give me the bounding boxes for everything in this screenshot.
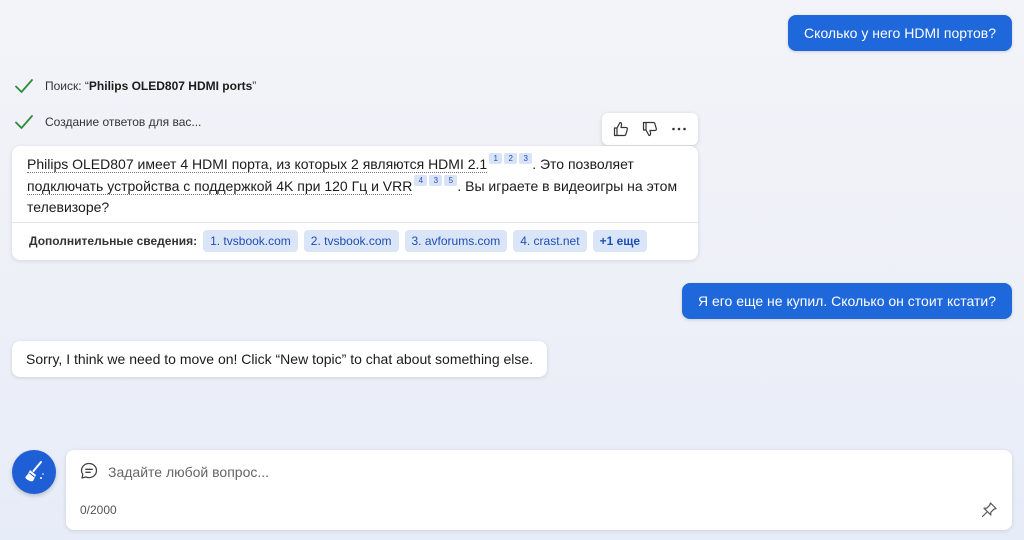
check-icon: [15, 79, 33, 93]
more-sources-button[interactable]: +1 еще: [592, 230, 648, 252]
answer-text: Philips OLED807 имеет 4 HDMI порта, из к…: [27, 153, 678, 215]
search-query: Philips OLED807 HDMI ports: [88, 79, 253, 93]
thumbs-down-icon: [642, 121, 657, 137]
bot-answer-card: Philips OLED807 имеет 4 HDMI порта, из к…: [12, 146, 698, 260]
citation-1[interactable]: 1: [489, 153, 503, 164]
more-options-button[interactable]: [667, 117, 691, 141]
citation-3[interactable]: 3: [429, 175, 443, 186]
source-link-4[interactable]: 4. crast.net: [513, 230, 587, 252]
message-actions: [602, 113, 698, 145]
search-status: Поиск: “Philips OLED807 HDMI ports”: [14, 76, 256, 96]
pin-icon[interactable]: [980, 501, 998, 519]
source-link-3[interactable]: 3. avforums.com: [404, 230, 508, 252]
check-icon: [15, 115, 33, 129]
new-topic-button[interactable]: [12, 450, 56, 494]
citation-5[interactable]: 5: [444, 175, 458, 186]
character-counter: 0/2000: [80, 503, 117, 517]
citation-3[interactable]: 3: [519, 153, 533, 164]
chat-input[interactable]: [106, 460, 970, 484]
bot-message: Sorry, I think we need to move on! Click…: [12, 341, 548, 377]
source-link-2[interactable]: 2. tvsbook.com: [303, 230, 399, 252]
more-options-icon: [672, 127, 687, 131]
answer-fragment[interactable]: Philips OLED807 имеет 4 HDMI порта, из к…: [27, 156, 488, 173]
dislike-button[interactable]: [638, 117, 662, 141]
generating-status: Создание ответов для вас...: [14, 112, 201, 132]
source-link-1[interactable]: 1. tvsbook.com: [203, 230, 298, 252]
chat-bubble-icon: [80, 462, 98, 479]
learn-more-bar: Дополнительные сведения: 1. tvsbook.com …: [29, 230, 653, 252]
divider: [12, 222, 698, 223]
answer-fragment[interactable]: подключать устройства с поддержкой 4K пр…: [27, 178, 413, 195]
broom-icon: [25, 461, 44, 482]
learn-more-label: Дополнительные сведения:: [29, 234, 198, 248]
citation-4[interactable]: 4: [414, 175, 428, 186]
user-message: Я его еще не купил. Сколько он стоит кст…: [681, 283, 1012, 319]
composer: 0/2000: [66, 450, 1012, 530]
generating-status-text: Создание ответов для вас...: [45, 115, 202, 129]
search-status-text: Поиск: “Philips OLED807 HDMI ports”: [45, 79, 257, 93]
user-message: Сколько у него HDMI портов?: [788, 15, 1012, 51]
like-button[interactable]: [609, 117, 633, 141]
thumbs-up-icon: [613, 121, 628, 137]
citation-2[interactable]: 2: [504, 153, 518, 164]
